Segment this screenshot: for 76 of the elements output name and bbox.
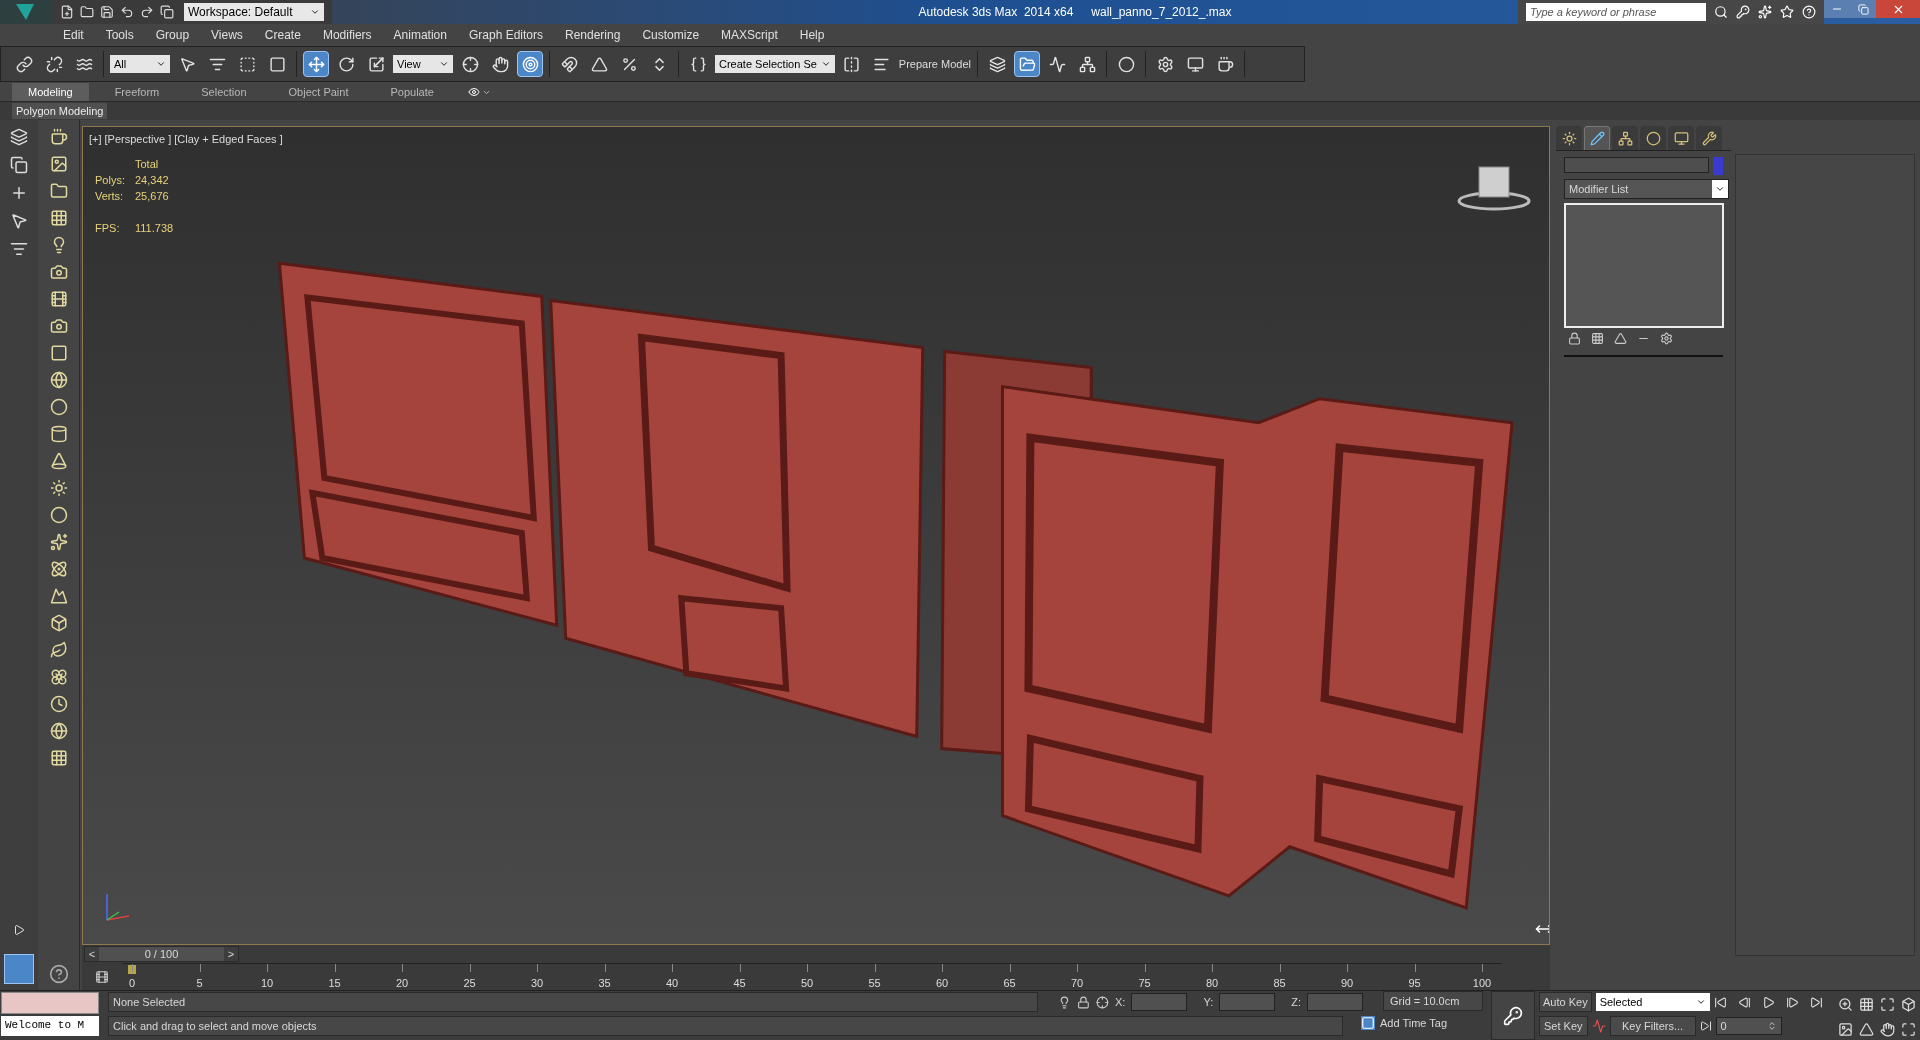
frame-label: 10 bbox=[260, 976, 274, 991]
menu-item[interactable]: Modifiers bbox=[311, 26, 383, 44]
frame-label: 5 bbox=[196, 976, 203, 991]
window-title: Autodesk 3ds Max 2014 x64 bbox=[918, 4, 1074, 21]
key-filters-button[interactable]: Key Filters... bbox=[1609, 1016, 1696, 1036]
modifier-list-dropdown[interactable]: Modifier List bbox=[1564, 179, 1729, 199]
frame-label: 50 bbox=[800, 976, 814, 991]
current-frame-field[interactable]: 0 bbox=[1715, 1017, 1782, 1035]
frame-label: 100 bbox=[1472, 976, 1492, 991]
frame-label: 30 bbox=[530, 976, 544, 991]
ribbon-tab[interactable]: Freeform bbox=[98, 83, 176, 101]
stats-value: 25,676 bbox=[135, 189, 170, 203]
frame-label: 70 bbox=[1070, 976, 1084, 991]
menu-item[interactable]: Group bbox=[144, 26, 201, 44]
menu-item[interactable]: Help bbox=[788, 26, 836, 44]
menu-item[interactable]: Customize bbox=[631, 26, 711, 44]
ribbon-tab[interactable]: Populate bbox=[374, 83, 450, 101]
time-slider-thumb[interactable]: < 0 / 100 > bbox=[84, 946, 239, 962]
ribbon-tab[interactable]: Object Paint bbox=[272, 83, 365, 101]
key-mode-dropdown[interactable]: Selected bbox=[1595, 993, 1710, 1011]
add-time-tag-button[interactable]: Add Time Tag bbox=[1361, 1013, 1483, 1033]
previous-frame-button[interactable]: < bbox=[85, 945, 99, 963]
frame-label: 65 bbox=[1003, 976, 1016, 991]
frame-label: 40 bbox=[665, 976, 679, 991]
viewport-label[interactable]: [+] bbox=[89, 131, 102, 148]
frame-label: 0 bbox=[128, 976, 136, 991]
frame-label: 20 bbox=[395, 976, 409, 991]
stats-label: FPS: bbox=[95, 221, 121, 235]
z-label: Z: bbox=[1291, 994, 1301, 1010]
stats-label: Verts: bbox=[95, 189, 125, 203]
selection-status: None Selected bbox=[108, 992, 1039, 1012]
file-name: wall_panno_7_2012_.max bbox=[1091, 4, 1232, 21]
menu-item[interactable]: Tools bbox=[94, 26, 145, 44]
frame-position: 0 / 100 bbox=[99, 947, 224, 961]
menu-item[interactable]: Create bbox=[253, 26, 312, 44]
menu-item[interactable]: Edit bbox=[52, 26, 95, 44]
frame-label: 45 bbox=[733, 976, 746, 991]
frame-label: 80 bbox=[1205, 976, 1219, 991]
y-label: Y: bbox=[1203, 994, 1214, 1010]
menu-item[interactable]: Views bbox=[200, 26, 254, 44]
x-label: X: bbox=[1115, 994, 1126, 1010]
auto-key-button[interactable]: Auto Key bbox=[1539, 992, 1592, 1012]
stats-label: Polys: bbox=[95, 173, 126, 187]
frame-label: 85 bbox=[1273, 976, 1286, 991]
stats-value: 24,342 bbox=[135, 173, 170, 187]
frame-label: 35 bbox=[598, 976, 611, 991]
toolbar-dropdown[interactable]: Create Selection Se bbox=[715, 55, 835, 73]
frame-label: 90 bbox=[1340, 976, 1354, 991]
stats-value: 111.738 bbox=[135, 221, 174, 235]
frame-label: 15 bbox=[328, 976, 341, 991]
next-frame-button[interactable]: > bbox=[224, 945, 238, 963]
workspace-dropdown[interactable]: Workspace: Default bbox=[184, 3, 324, 21]
toolbar-dropdown[interactable]: All bbox=[110, 55, 170, 73]
ribbon-panel-title[interactable]: Polygon Modeling bbox=[12, 102, 108, 120]
set-key-button[interactable]: Set Key bbox=[1539, 1016, 1588, 1036]
track-bar[interactable]: 0 5 10 15 20 25 30 35 40 45 50 55 60 65 70 75 80 85 90 95 100 bbox=[122, 963, 1502, 990]
viewport-label[interactable]: [Perspective ] bbox=[104, 131, 172, 148]
ribbon-tab[interactable]: Modeling bbox=[12, 83, 89, 101]
frame-label: 75 bbox=[1138, 976, 1151, 991]
viewport-label[interactable]: [Clay + Edged Faces ] bbox=[174, 131, 283, 148]
time-slider-track[interactable]: < 0 / 100 > bbox=[82, 945, 1550, 963]
frame-label: 55 bbox=[868, 976, 881, 991]
menu-item[interactable]: Graph Editors bbox=[457, 26, 554, 44]
toolbar-dropdown[interactable]: View bbox=[393, 55, 453, 73]
menu-item[interactable]: MAXScript bbox=[710, 26, 789, 44]
frame-label: 25 bbox=[463, 976, 476, 991]
search-field[interactable]: Type a keyword or phrase bbox=[1526, 3, 1706, 21]
prepare-model-button[interactable]: Prepare Model bbox=[898, 55, 971, 73]
frame-label: 95 bbox=[1408, 976, 1421, 991]
grid-readout: Grid = 10.0cm bbox=[1383, 991, 1483, 1011]
listener-output[interactable]: Welcome to M bbox=[1, 1016, 99, 1036]
menu-item[interactable]: Rendering bbox=[554, 26, 632, 44]
stats-heading: Total bbox=[135, 157, 160, 171]
menu-item[interactable]: Animation bbox=[382, 26, 458, 44]
ribbon-tab[interactable]: Selection bbox=[185, 83, 263, 101]
frame-label: 60 bbox=[935, 976, 949, 991]
